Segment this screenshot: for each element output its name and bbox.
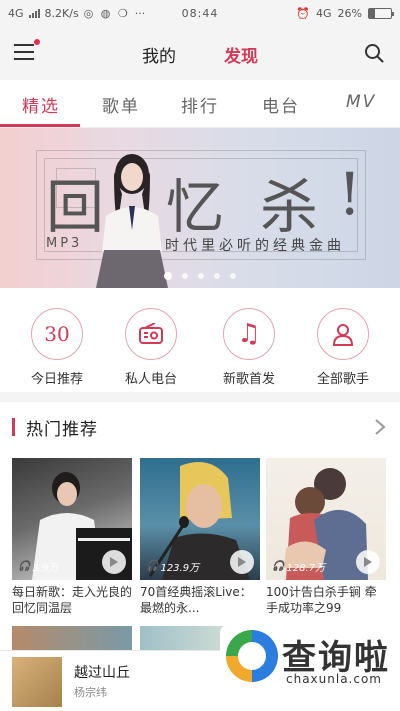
sub-tab-bar: 精选 歌单 排行 电台 MV xyxy=(0,80,400,128)
headphone-icon: 🎧 xyxy=(18,561,31,572)
watermark: 查询啦 chaxunla.com xyxy=(220,626,400,692)
play-count-text: 128.7万 xyxy=(286,563,326,574)
network-label: 4G xyxy=(8,6,24,20)
playlist-name: 每日新歌：走入光良的回忆同温层 xyxy=(12,585,132,615)
quick-private-radio[interactable]: 私人电台 xyxy=(106,308,196,387)
section-title: 热门推荐 xyxy=(26,420,98,440)
play-count: 🎧 3.9万 xyxy=(18,559,58,574)
quick-label: 私人电台 xyxy=(124,372,177,387)
quick-label: 今日推荐 xyxy=(30,372,83,387)
status-bar: 4G 8.2K/s ◎ ◍ ❍ ··· 08:44 ⏰ 4G 26% xyxy=(0,0,400,26)
alarm-icon: ⏰ xyxy=(296,6,311,20)
banner-pagination xyxy=(0,272,400,280)
subtab-featured[interactable]: 精选 xyxy=(22,92,60,117)
playlist-cover-peek[interactable] xyxy=(12,626,132,650)
play-icon[interactable] xyxy=(102,550,126,574)
top-header: 我的 发现 xyxy=(0,26,400,80)
section-header: 热门推荐 xyxy=(0,412,400,442)
banner-subtitle: 时代里必听的经典金曲 xyxy=(165,238,345,254)
play-count-text: 123.9万 xyxy=(160,563,200,574)
quick-daily-recommend[interactable]: 30 今日推荐 xyxy=(12,308,102,387)
play-count: 🎧 123.9万 xyxy=(146,559,199,574)
subtab-playlists[interactable]: 歌单 xyxy=(102,92,140,117)
banner-dot[interactable] xyxy=(230,273,236,279)
signal-icon xyxy=(28,8,40,18)
active-tab-indicator xyxy=(0,124,80,127)
current-song-title: 越过山丘 xyxy=(74,665,130,681)
promo-banner[interactable]: 回 忆 杀 ! MP3 时代里必听的经典金曲 xyxy=(0,128,400,288)
calendar-30-icon: 30 xyxy=(31,308,83,360)
chevron-right-icon[interactable] xyxy=(374,418,386,436)
tab-mine[interactable]: 我的 xyxy=(142,42,176,67)
play-count: 🎧 128.7万 xyxy=(272,559,325,574)
person-icon xyxy=(317,308,369,360)
search-icon[interactable] xyxy=(364,43,384,63)
music-note-glyph: ♫ xyxy=(237,319,261,349)
banner-dot[interactable] xyxy=(198,273,204,279)
more-notifications: ··· xyxy=(134,6,146,20)
subtab-mv[interactable]: MV xyxy=(346,92,376,112)
playlist-card[interactable]: 🎧 3.9万 每日新歌：走入光良的回忆同温层 xyxy=(12,458,132,616)
watermark-logo-icon xyxy=(226,630,278,682)
quick-all-singers[interactable]: 全部歌手 xyxy=(298,308,388,387)
network-speed: 8.2K/s xyxy=(44,6,79,20)
watermark-domain: chaxunla.com xyxy=(286,672,382,686)
tab-discover[interactable]: 发现 xyxy=(224,42,258,67)
banner-singer-image xyxy=(96,154,168,288)
playlist-cover: 🎧 3.9万 xyxy=(12,458,132,580)
playlist-card[interactable]: 🎧 123.9万 70首经典摇滚Live：最燃的永... xyxy=(140,458,260,616)
music-note-icon: ♫ xyxy=(223,308,275,360)
section-accent-bar xyxy=(12,418,15,436)
banner-char-2: 忆 xyxy=(166,173,227,241)
calendar-number: 30 xyxy=(44,322,70,346)
banner-dot[interactable] xyxy=(182,273,188,279)
quick-new-songs[interactable]: ♫ 新歌首发 xyxy=(204,308,294,387)
current-song-artist: 杨宗纬 xyxy=(74,686,107,699)
network-right: 4G xyxy=(316,6,332,20)
playlist-card[interactable]: 🎧 128.7万 100计告白杀手锏 牵手成功率之99 xyxy=(266,458,386,616)
banner-dot[interactable] xyxy=(164,272,172,280)
subtab-charts[interactable]: 排行 xyxy=(181,92,219,117)
headphone-icon: 🎧 xyxy=(146,561,159,572)
headphone-icon: 🎧 xyxy=(272,561,285,572)
banner-char-4: ! xyxy=(338,160,364,228)
playlist-cover: 🎧 123.9万 xyxy=(140,458,260,580)
play-icon[interactable] xyxy=(356,550,380,574)
playlist-cover: 🎧 128.7万 xyxy=(266,458,386,580)
quick-label: 全部歌手 xyxy=(316,372,369,387)
banner-dot[interactable] xyxy=(214,273,220,279)
play-icon[interactable] xyxy=(230,550,254,574)
battery-icon xyxy=(368,7,394,19)
banner-mp3: MP3 xyxy=(46,236,83,251)
playlist-name: 70首经典摇滚Live：最燃的永... xyxy=(140,585,252,615)
notification-dot xyxy=(34,39,40,45)
playlist-name: 100计告白杀手锏 牵手成功率之99 xyxy=(266,585,377,615)
menu-icon[interactable] xyxy=(14,39,40,62)
banner-char-3: 杀 xyxy=(260,173,321,241)
radio-icon xyxy=(125,308,177,360)
section-divider xyxy=(0,392,400,402)
album-art[interactable] xyxy=(12,657,62,707)
battery-percent: 26% xyxy=(337,6,362,20)
play-count-text: 3.9万 xyxy=(32,563,59,574)
quick-label: 新歌首发 xyxy=(222,372,275,387)
quick-entries: 30 今日推荐 私人电台 ♫ 新歌首发 全部歌手 xyxy=(0,300,400,390)
notification-icons: ◎ ◍ ❍ xyxy=(83,6,130,20)
subtab-radio[interactable]: 电台 xyxy=(262,92,300,117)
